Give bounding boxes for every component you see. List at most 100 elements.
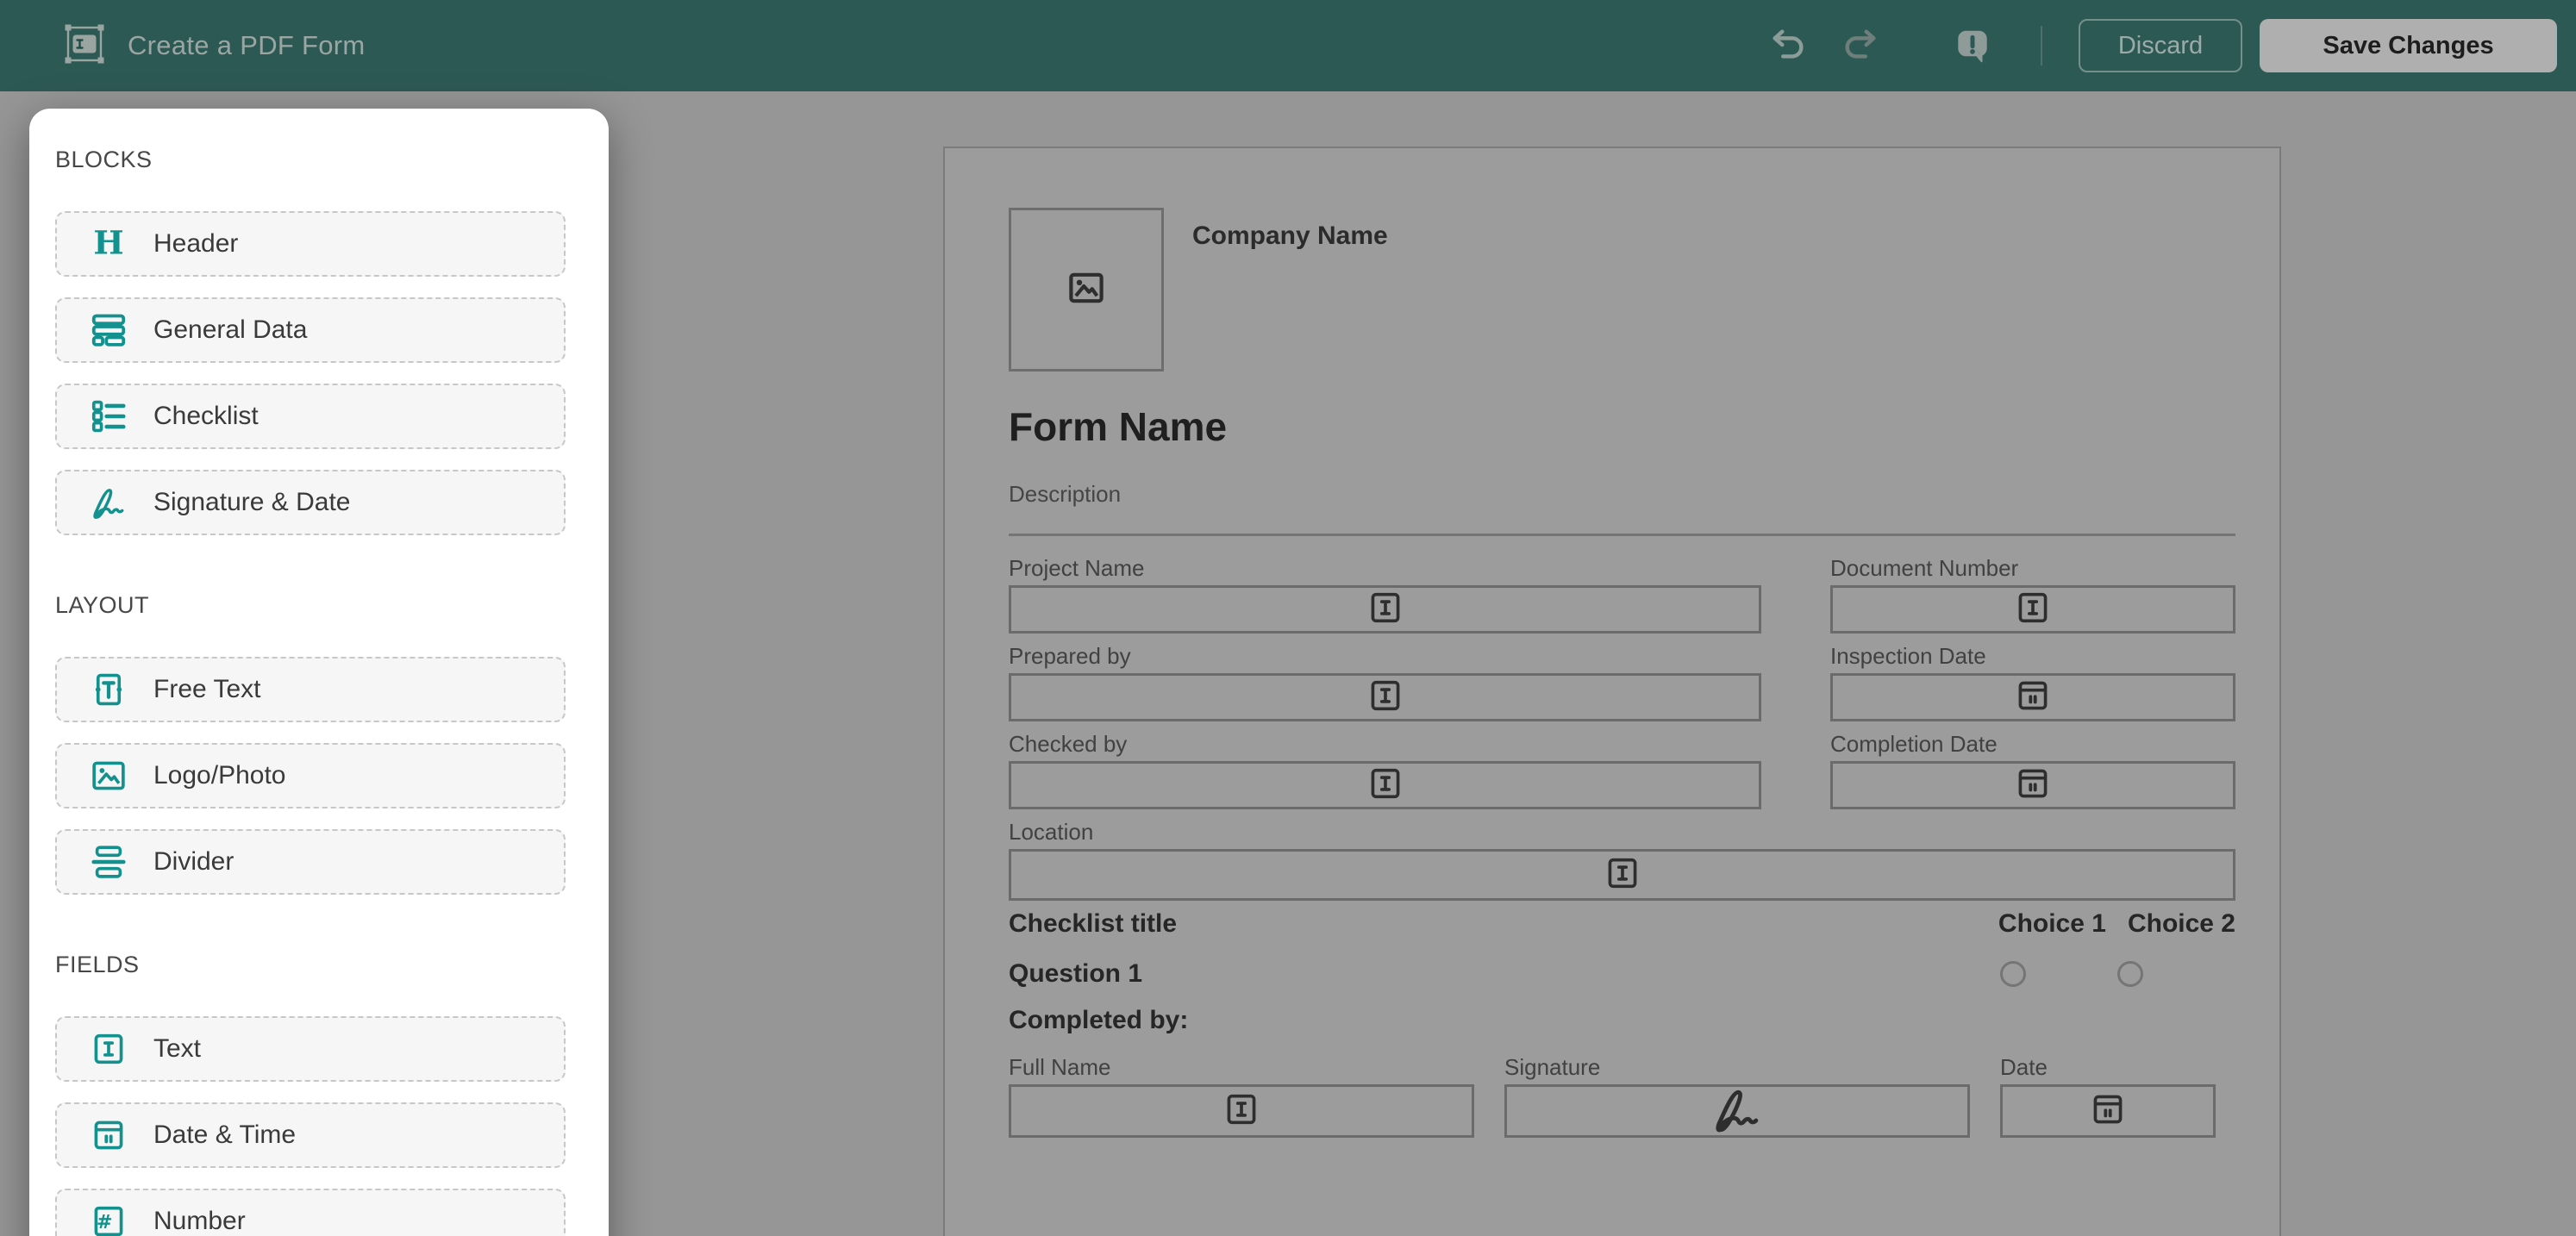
- text-field-icon: [1366, 676, 1405, 720]
- sidebar-item-label: Checklist: [153, 402, 259, 430]
- text-field-icon: [88, 1028, 129, 1070]
- text-field-icon: [1366, 588, 1405, 632]
- calendar-icon: [2093, 1095, 2123, 1123]
- field-label: Completion Date: [1830, 731, 1998, 757]
- field-input-date[interactable]: [2000, 1084, 2216, 1138]
- sidebar-item-date-time[interactable]: Date & Time: [55, 1102, 566, 1168]
- signature-icon: [1710, 1082, 1765, 1141]
- text-field-icon: [94, 1033, 123, 1064]
- form-page: Company Name Form Name Description Proje…: [943, 147, 2281, 1236]
- field-input-full-name[interactable]: [1009, 1084, 1474, 1138]
- logo-photo-icon: [88, 755, 129, 796]
- text-field-icon: [1222, 1089, 1261, 1133]
- field-label: Document Number: [1830, 555, 2019, 581]
- checklist-title[interactable]: Checklist title: [1009, 909, 1177, 939]
- topbar-divider: [2041, 26, 2042, 66]
- image-icon: [1066, 267, 1107, 313]
- sidebar-item-label: Text: [153, 1034, 202, 1063]
- number-icon: #: [88, 1201, 129, 1236]
- text-field-icon: [1366, 764, 1405, 808]
- field-label: Full Name: [1009, 1054, 1111, 1080]
- redo-icon: [1845, 29, 1876, 59]
- undo-icon: [1773, 29, 1804, 59]
- completed-field-date: Date: [2000, 1056, 2216, 1138]
- form-description[interactable]: Description: [1009, 481, 2235, 508]
- field-input-prepared-by[interactable]: [1009, 673, 1761, 721]
- header-icon: H: [88, 223, 129, 265]
- form-field-project-name: Project Name: [1009, 557, 1761, 634]
- checklist-question-row: Question 1: [1009, 959, 2235, 989]
- redo-button[interactable]: [1841, 26, 1880, 66]
- company-name[interactable]: Company Name: [1192, 222, 1388, 251]
- form-name[interactable]: Form Name: [1009, 403, 2235, 450]
- field-input-project-name[interactable]: [1009, 585, 1761, 634]
- logo-placeholder[interactable]: [1009, 208, 1164, 371]
- calendar-icon: [2088, 1089, 2128, 1133]
- checklist-header-row: Checklist title Choice 1 Choice 2: [1009, 909, 2235, 939]
- page-title: Create a PDF Form: [128, 30, 366, 60]
- sidebar-item-label: Header: [153, 229, 239, 258]
- sidebar-item-text[interactable]: Text: [55, 1016, 566, 1082]
- calendar-icon: [94, 1121, 123, 1150]
- discard-button[interactable]: Discard: [2079, 19, 2242, 72]
- svg-text:#: #: [97, 1212, 112, 1233]
- calendar-icon: [2013, 676, 2053, 720]
- general-data-block: Project Name Document Number Prepared by: [1009, 557, 2235, 901]
- sidebar-item-label: Divider: [153, 847, 234, 876]
- choice-label-2: Choice 2: [2127, 909, 2235, 938]
- field-input-checked-by[interactable]: [1009, 761, 1761, 809]
- free-text-icon: [88, 669, 129, 710]
- sidebar-item-label: Signature & Date: [153, 488, 351, 516]
- sidebar-item-divider[interactable]: Divider: [55, 829, 566, 895]
- field-label: Checked by: [1009, 731, 1128, 757]
- calendar-icon: [2013, 764, 2053, 808]
- field-input-signature[interactable]: [1504, 1084, 1970, 1138]
- field-input-location[interactable]: [1009, 849, 2235, 901]
- question-label[interactable]: Question 1: [1009, 959, 1142, 988]
- sidebar-item-logo-photo[interactable]: Logo/Photo: [55, 743, 566, 808]
- sidebar-item-label: Number: [153, 1207, 246, 1235]
- general-data-icon: [91, 314, 126, 346]
- form-field-inspection-date: Inspection Date: [1830, 645, 2235, 721]
- pdf-form-builder: Create a PDF Form Discard Save Changes C…: [0, 0, 2576, 1236]
- text-field-icon: [1371, 680, 1399, 710]
- completed-by-block: Full Name Signature Date: [1009, 1056, 2235, 1138]
- sidebar-item-general-data[interactable]: General Data: [55, 297, 566, 363]
- checklist-icon: [88, 396, 129, 437]
- sidebar-item-checklist[interactable]: Checklist: [55, 384, 566, 449]
- divider-icon: [91, 846, 126, 878]
- sidebar-item-label: Free Text: [153, 675, 261, 703]
- feedback-button[interactable]: [1953, 26, 1992, 66]
- form-field-document-number: Document Number: [1830, 557, 2235, 634]
- calendar-icon: [2018, 681, 2048, 709]
- field-label: Project Name: [1009, 555, 1145, 581]
- completed-by-heading[interactable]: Completed by:: [1009, 1006, 2235, 1035]
- text-field-icon: [1371, 592, 1399, 622]
- header-block: Company Name: [1009, 208, 2235, 371]
- calendar-icon: [2018, 769, 2048, 797]
- section-heading-fields: FIELDS: [55, 952, 140, 977]
- topbar-actions: Discard Save Changes: [1768, 19, 2557, 72]
- divider-icon: [88, 841, 129, 883]
- completed-field-full-name: Full Name: [1009, 1056, 1474, 1138]
- field-label: Prepared by: [1009, 643, 1131, 669]
- signature-icon: [88, 482, 129, 523]
- checklist-choices: Choice 1 Choice 2: [1998, 909, 2235, 939]
- choice-label-1: Choice 1: [1998, 909, 2106, 938]
- radio-choice-2[interactable]: [2117, 961, 2143, 987]
- radio-choice-1[interactable]: [2000, 961, 2026, 987]
- sidebar-item-signature-date[interactable]: Signature & Date: [55, 470, 566, 535]
- sidebar-item-header[interactable]: H Header: [55, 211, 566, 277]
- sidebar-item-number[interactable]: # Number: [55, 1189, 566, 1236]
- sidebar-item-label: Logo/Photo: [153, 761, 286, 790]
- image-icon: [1069, 272, 1104, 303]
- text-field-icon: [2013, 588, 2053, 632]
- field-input-inspection-date[interactable]: [1830, 673, 2235, 721]
- save-changes-button[interactable]: Save Changes: [2260, 19, 2557, 72]
- undo-button[interactable]: [1768, 26, 1808, 66]
- sidebar-item-free-text[interactable]: Free Text: [55, 657, 566, 722]
- field-label: Inspection Date: [1830, 643, 1986, 669]
- field-input-completion-date[interactable]: [1830, 761, 2235, 809]
- app-logo-icon: [60, 20, 109, 72]
- field-input-document-number[interactable]: [1830, 585, 2235, 634]
